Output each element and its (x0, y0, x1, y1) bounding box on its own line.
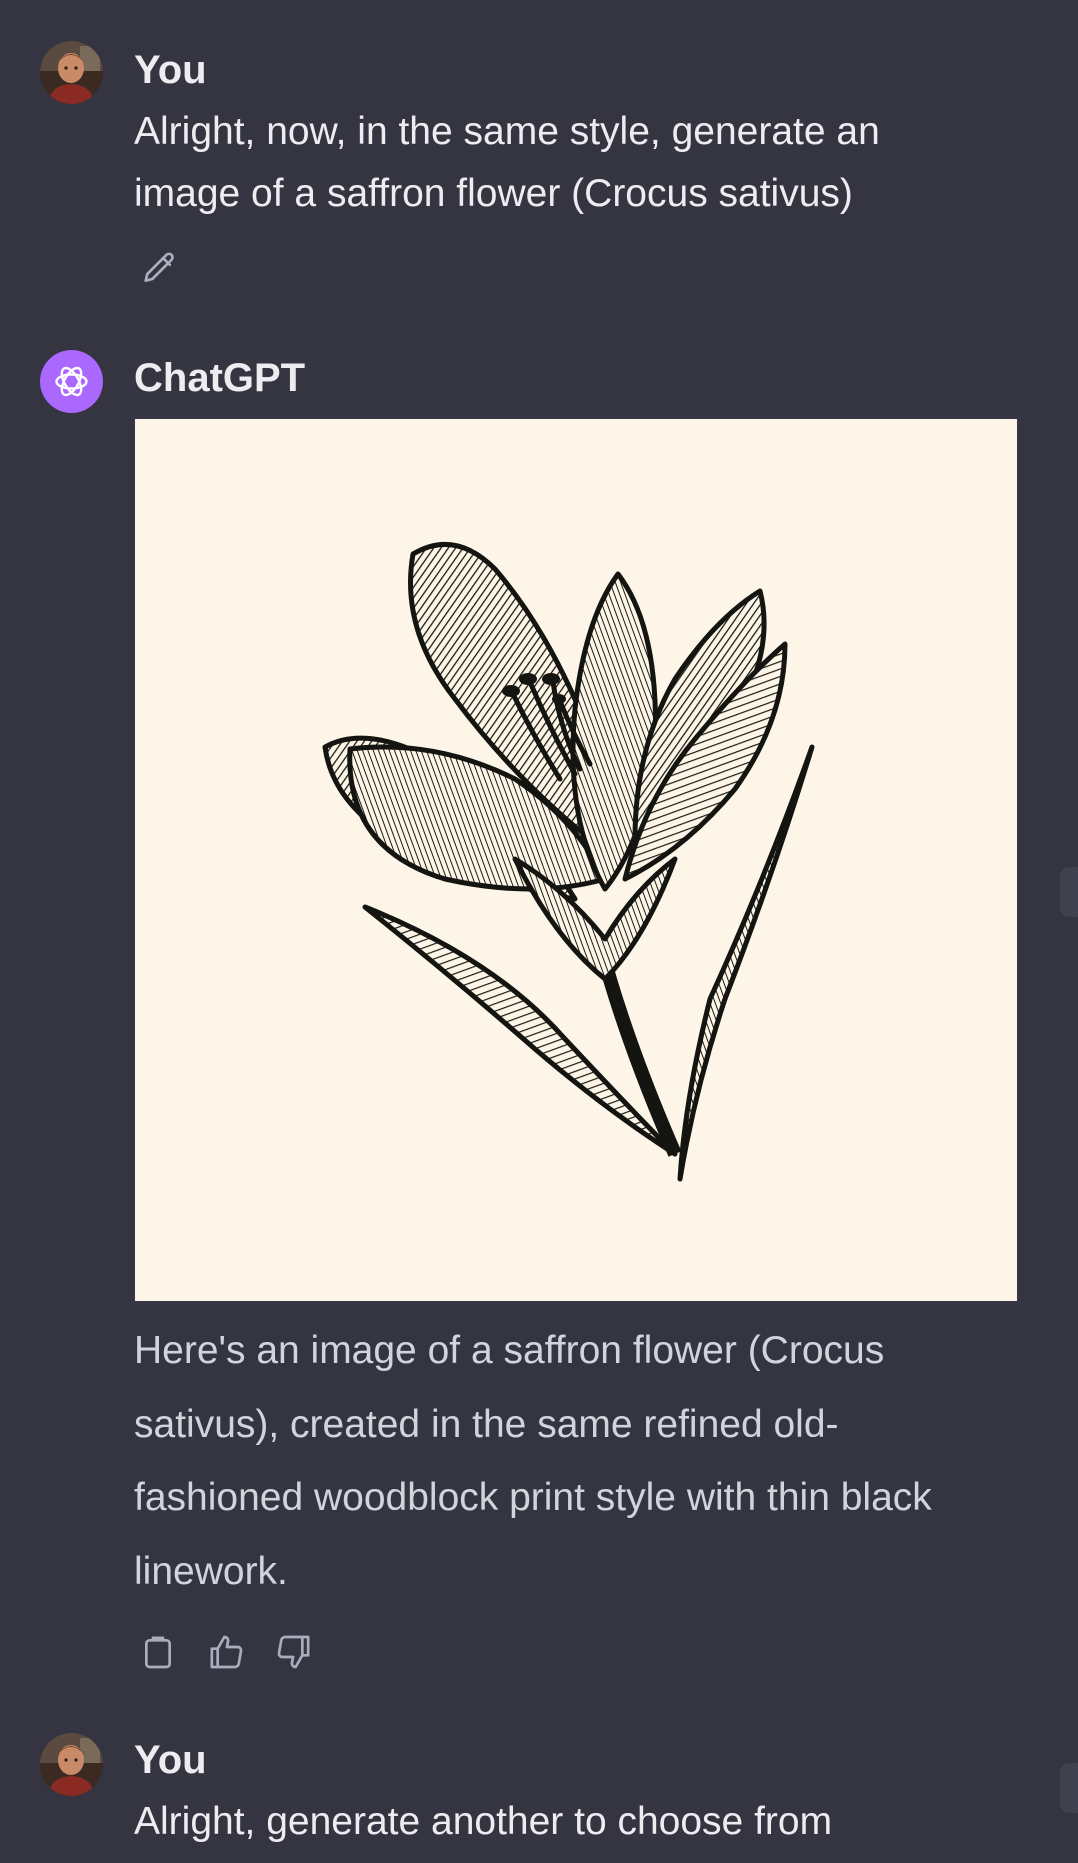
assistant-message-text: Here's an image of a saffron flower (Cro… (134, 1314, 1034, 1608)
scrollbar-thumb[interactable] (1060, 867, 1078, 917)
thumbs-down-button[interactable] (272, 1630, 316, 1674)
author-name-user: You (134, 1738, 207, 1782)
clipboard-icon (145, 1636, 171, 1669)
thumbs-down-icon (277, 1635, 310, 1669)
pencil-icon (144, 252, 174, 282)
assistant-message-line: linework. (134, 1549, 288, 1593)
assistant-message-line: sativus), created in the same refined ol… (134, 1402, 839, 1446)
thumbs-up-icon (210, 1635, 243, 1669)
edit-message-button[interactable] (137, 247, 181, 291)
author-name-user: You (134, 48, 207, 92)
generated-image[interactable] (135, 419, 1017, 1301)
author-name-chatgpt: ChatGPT (134, 356, 306, 400)
thumbs-up-button[interactable] (204, 1630, 248, 1674)
chatgpt-avatar (40, 350, 103, 413)
user-message-text: Alright, generate another to choose from (134, 1800, 833, 1843)
chat-page: You Alright, now, in the same style, gen… (0, 0, 1078, 1863)
copy-button[interactable] (136, 1630, 180, 1674)
user-avatar (40, 1733, 103, 1796)
openai-logo-icon (55, 366, 88, 397)
user-message-text: Alright, now, in the same style, generat… (134, 101, 1014, 225)
user-avatar (40, 41, 103, 104)
scrollbar-thumb[interactable] (1060, 1763, 1078, 1813)
assistant-message-line: Here's an image of a saffron flower (Cro… (134, 1329, 885, 1372)
user-message-line: Alright, now, in the same style, generat… (134, 110, 880, 153)
saffron-flower-illustration (322, 541, 815, 1182)
assistant-message-line: fashioned woodblock print style with thi… (134, 1476, 932, 1519)
user-message-line: image of a saffron flower (Crocus sativu… (134, 172, 853, 215)
